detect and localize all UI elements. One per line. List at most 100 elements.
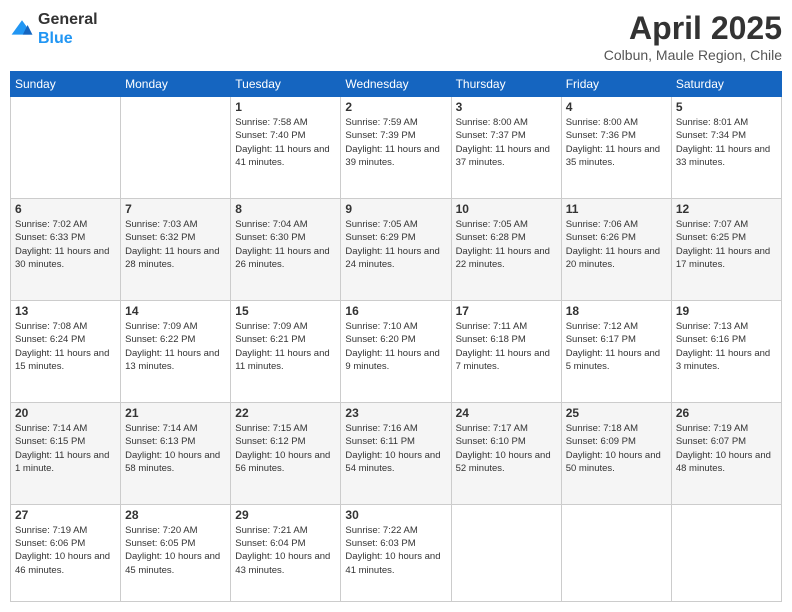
weekday-header-row: SundayMondayTuesdayWednesdayThursdayFrid…: [11, 72, 782, 97]
calendar-cell: [561, 504, 671, 601]
day-number: 19: [676, 304, 777, 318]
day-info: Sunrise: 7:13 AMSunset: 6:16 PMDaylight:…: [676, 320, 777, 373]
calendar-cell: [121, 97, 231, 199]
day-number: 4: [566, 100, 667, 114]
day-number: 20: [15, 406, 116, 420]
day-info: Sunrise: 7:18 AMSunset: 6:09 PMDaylight:…: [566, 422, 667, 475]
day-number: 9: [345, 202, 446, 216]
calendar-cell: 11Sunrise: 7:06 AMSunset: 6:26 PMDayligh…: [561, 198, 671, 300]
day-info: Sunrise: 7:59 AMSunset: 7:39 PMDaylight:…: [345, 116, 446, 169]
weekday-header-tuesday: Tuesday: [231, 72, 341, 97]
calendar-cell: 18Sunrise: 7:12 AMSunset: 6:17 PMDayligh…: [561, 300, 671, 402]
calendar-cell: 3 Sunrise: 8:00 AMSunset: 7:37 PMDaylight…: [451, 97, 561, 199]
day-info: Sunrise: 7:10 AMSunset: 6:20 PMDaylight:…: [345, 320, 446, 373]
calendar-cell: 25Sunrise: 7:18 AMSunset: 6:09 PMDayligh…: [561, 402, 671, 504]
logo-blue-text: Blue: [38, 29, 98, 48]
day-info: Sunrise: 7:15 AMSunset: 6:12 PMDaylight:…: [235, 422, 336, 475]
day-number: 22: [235, 406, 336, 420]
calendar-week-row: 6Sunrise: 7:02 AMSunset: 6:33 PMDaylight…: [11, 198, 782, 300]
day-number: 3: [456, 100, 557, 114]
weekday-header-saturday: Saturday: [671, 72, 781, 97]
calendar-cell: [671, 504, 781, 601]
day-number: 16: [345, 304, 446, 318]
calendar-cell: 24 Sunrise: 7:17 AMSunset: 6:10 PMDayligh…: [451, 402, 561, 504]
calendar-cell: 19 Sunrise: 7:13 AMSunset: 6:16 PMDayligh…: [671, 300, 781, 402]
day-number: 2: [345, 100, 446, 114]
day-number: 13: [15, 304, 116, 318]
day-info: Sunrise: 7:04 AMSunset: 6:30 PMDaylight:…: [235, 218, 336, 271]
day-info: Sunrise: 7:05 AMSunset: 6:28 PMDaylight:…: [456, 218, 557, 271]
day-number: 21: [125, 406, 226, 420]
calendar-cell: 27 Sunrise: 7:19 AMSunset: 6:06 PMDayligh…: [11, 504, 121, 601]
calendar-cell: 23Sunrise: 7:16 AMSunset: 6:11 PMDayligh…: [341, 402, 451, 504]
calendar-week-row: 27 Sunrise: 7:19 AMSunset: 6:06 PMDayligh…: [11, 504, 782, 601]
day-info: Sunrise: 7:12 AMSunset: 6:17 PMDaylight:…: [566, 320, 667, 373]
day-info: Sunrise: 8:00 AMSunset: 7:37 PMDaylight:…: [456, 116, 557, 169]
title-area: April 2025 Colbun, Maule Region, Chile: [604, 10, 782, 63]
day-info: Sunrise: 7:20 AMSunset: 6:05 PMDaylight:…: [125, 524, 226, 577]
weekday-header-monday: Monday: [121, 72, 231, 97]
day-number: 27: [15, 508, 116, 522]
weekday-header-thursday: Thursday: [451, 72, 561, 97]
day-info: Sunrise: 7:19 AMSunset: 6:06 PMDaylight:…: [15, 524, 116, 577]
calendar-cell: 13 Sunrise: 7:08 AMSunset: 6:24 PMDayligh…: [11, 300, 121, 402]
calendar-cell: 15Sunrise: 7:09 AMSunset: 6:21 PMDayligh…: [231, 300, 341, 402]
day-number: 15: [235, 304, 336, 318]
day-info: Sunrise: 7:17 AMSunset: 6:10 PMDaylight:…: [456, 422, 557, 475]
calendar-cell: 21 Sunrise: 7:14 AMSunset: 6:13 PMDayligh…: [121, 402, 231, 504]
calendar-cell: [451, 504, 561, 601]
calendar-cell: 30 Sunrise: 7:22 AMSunset: 6:03 PMDayligh…: [341, 504, 451, 601]
month-title: April 2025: [604, 10, 782, 47]
day-info: Sunrise: 7:11 AMSunset: 6:18 PMDaylight:…: [456, 320, 557, 373]
calendar-cell: 2 Sunrise: 7:59 AMSunset: 7:39 PMDaylight…: [341, 97, 451, 199]
day-info: Sunrise: 7:08 AMSunset: 6:24 PMDaylight:…: [15, 320, 116, 373]
weekday-header-friday: Friday: [561, 72, 671, 97]
day-info: Sunrise: 7:03 AMSunset: 6:32 PMDaylight:…: [125, 218, 226, 271]
day-number: 24: [456, 406, 557, 420]
calendar-cell: 7Sunrise: 7:03 AMSunset: 6:32 PMDaylight…: [121, 198, 231, 300]
day-number: 28: [125, 508, 226, 522]
calendar-cell: 17 Sunrise: 7:11 AMSunset: 6:18 PMDayligh…: [451, 300, 561, 402]
day-info: Sunrise: 7:05 AMSunset: 6:29 PMDaylight:…: [345, 218, 446, 271]
day-number: 8: [235, 202, 336, 216]
calendar-cell: 10 Sunrise: 7:05 AMSunset: 6:28 PMDayligh…: [451, 198, 561, 300]
calendar-cell: 14Sunrise: 7:09 AMSunset: 6:22 PMDayligh…: [121, 300, 231, 402]
calendar-week-row: 20 Sunrise: 7:14 AMSunset: 6:15 PMDayligh…: [11, 402, 782, 504]
day-number: 14: [125, 304, 226, 318]
calendar-cell: [11, 97, 121, 199]
day-number: 30: [345, 508, 446, 522]
header: General Blue April 2025 Colbun, Maule Re…: [10, 10, 782, 63]
logo-text: General Blue: [38, 10, 98, 48]
day-info: Sunrise: 8:00 AMSunset: 7:36 PMDaylight:…: [566, 116, 667, 169]
calendar-cell: 5Sunrise: 8:01 AMSunset: 7:34 PMDaylight…: [671, 97, 781, 199]
calendar-cell: 20 Sunrise: 7:14 AMSunset: 6:15 PMDayligh…: [11, 402, 121, 504]
day-info: Sunrise: 7:14 AMSunset: 6:13 PMDaylight:…: [125, 422, 226, 475]
calendar-cell: 1 Sunrise: 7:58 AMSunset: 7:40 PMDaylight…: [231, 97, 341, 199]
day-info: Sunrise: 7:14 AMSunset: 6:15 PMDaylight:…: [15, 422, 116, 475]
day-number: 29: [235, 508, 336, 522]
calendar-table: SundayMondayTuesdayWednesdayThursdayFrid…: [10, 71, 782, 602]
calendar-cell: 28 Sunrise: 7:20 AMSunset: 6:05 PMDayligh…: [121, 504, 231, 601]
day-number: 26: [676, 406, 777, 420]
page: General Blue April 2025 Colbun, Maule Re…: [0, 0, 792, 612]
logo-general-text: General: [38, 10, 98, 29]
logo-icon: [10, 17, 34, 41]
calendar-cell: 6Sunrise: 7:02 AMSunset: 6:33 PMDaylight…: [11, 198, 121, 300]
day-info: Sunrise: 7:07 AMSunset: 6:25 PMDaylight:…: [676, 218, 777, 271]
day-info: Sunrise: 7:58 AMSunset: 7:40 PMDaylight:…: [235, 116, 336, 169]
calendar-week-row: 1 Sunrise: 7:58 AMSunset: 7:40 PMDaylight…: [11, 97, 782, 199]
day-number: 17: [456, 304, 557, 318]
calendar-cell: 12 Sunrise: 7:07 AMSunset: 6:25 PMDayligh…: [671, 198, 781, 300]
day-number: 12: [676, 202, 777, 216]
day-number: 1: [235, 100, 336, 114]
day-number: 23: [345, 406, 446, 420]
weekday-header-wednesday: Wednesday: [341, 72, 451, 97]
day-number: 6: [15, 202, 116, 216]
calendar-cell: 4 Sunrise: 8:00 AMSunset: 7:36 PMDaylight…: [561, 97, 671, 199]
calendar-cell: 9 Sunrise: 7:05 AMSunset: 6:29 PMDaylight…: [341, 198, 451, 300]
day-info: Sunrise: 7:21 AMSunset: 6:04 PMDaylight:…: [235, 524, 336, 577]
day-info: Sunrise: 7:22 AMSunset: 6:03 PMDaylight:…: [345, 524, 446, 577]
calendar-cell: 29 Sunrise: 7:21 AMSunset: 6:04 PMDayligh…: [231, 504, 341, 601]
calendar-cell: 8 Sunrise: 7:04 AMSunset: 6:30 PMDaylight…: [231, 198, 341, 300]
day-number: 10: [456, 202, 557, 216]
